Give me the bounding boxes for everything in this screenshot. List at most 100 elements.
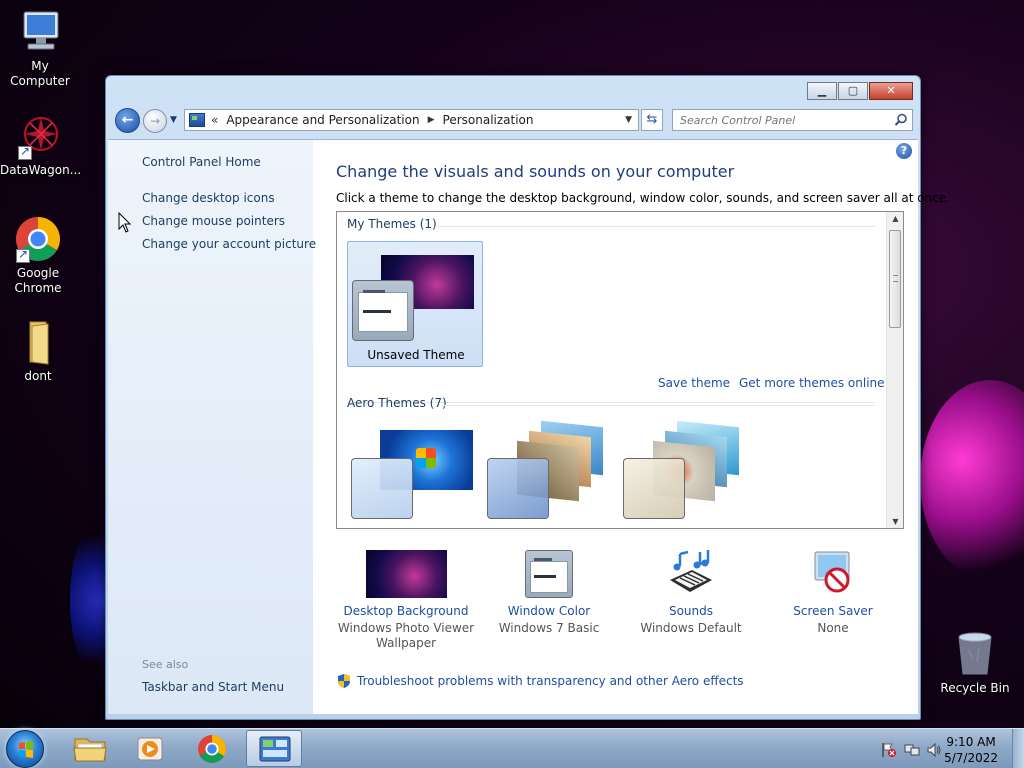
window-color-value: Windows 7 Basic <box>498 621 600 635</box>
minimize-button[interactable]: ▁ <box>807 82 837 100</box>
theme-windows-7[interactable] <box>347 422 483 528</box>
refresh-button[interactable]: ⇆ <box>641 109 663 131</box>
screen-saver-label[interactable]: Screen Saver <box>758 604 908 618</box>
desktop-background-label[interactable]: Desktop Background <box>331 604 481 618</box>
taskbar: 9:10 AM 5/7/2022 <box>0 728 1024 768</box>
volume-icon[interactable] <box>926 742 942 761</box>
control-panel-icon <box>189 113 205 127</box>
window-color-label[interactable]: Window Color <box>474 604 624 618</box>
shortcut-arrow-icon <box>16 247 30 263</box>
mouse-cursor-icon <box>118 211 132 237</box>
taskbar-start-menu-link[interactable]: Taskbar and Start Menu <box>142 680 284 694</box>
breadcrumb-appearance[interactable]: Appearance and Personalization <box>226 113 419 127</box>
address-dropdown-icon[interactable]: ▼ <box>625 115 632 125</box>
screen-saver-icon <box>809 550 857 598</box>
window-color-item[interactable]: Window Color Windows 7 Basic <box>474 550 624 636</box>
network-icon[interactable] <box>904 742 920 761</box>
page-title: Change the visuals and sounds on your co… <box>336 162 735 181</box>
desktop-icon-google-chrome[interactable]: Google Chrome <box>0 215 78 296</box>
troubleshoot-row: Troubleshoot problems with transparency … <box>336 673 744 689</box>
scrollbar-thumb[interactable] <box>889 230 901 328</box>
action-center-flag-icon[interactable] <box>881 742 897 761</box>
theme-nature[interactable] <box>619 420 755 528</box>
change-desktop-icons-link[interactable]: Change desktop icons <box>142 191 275 205</box>
clock-time: 9:10 AM <box>946 735 996 749</box>
task-pane: Control Panel Home Change desktop icons … <box>108 140 316 714</box>
taskbar-explorer-button[interactable] <box>62 730 118 767</box>
search-box <box>672 109 913 131</box>
chrome-icon <box>198 735 226 763</box>
desktop-icon-datawagon[interactable]: DataWagon... <box>0 112 82 178</box>
group-divider <box>441 405 875 406</box>
theme-list-scrollbar[interactable]: ▲ ▼ <box>886 212 903 528</box>
change-mouse-pointers-link[interactable]: Change mouse pointers <box>142 214 285 228</box>
maximize-button[interactable]: ▢ <box>838 82 868 100</box>
personalization-window: ▁ ▢ ✕ ← → ▼ « Appearance and Personaliza… <box>105 75 950 720</box>
wallpaper-shape <box>920 380 1024 580</box>
taskbar-media-player-button[interactable] <box>122 730 178 767</box>
breadcrumb-separator-icon[interactable]: ▶ <box>428 115 435 125</box>
desktop-icon-dont-folder[interactable]: dont <box>0 318 78 384</box>
aero-themes-header: Aero Themes (7) <box>347 396 447 410</box>
breadcrumb-overflow[interactable]: « <box>211 113 218 127</box>
scroll-up-icon[interactable]: ▲ <box>887 214 903 223</box>
control-panel-icon <box>259 736 291 762</box>
desktop-icon-label: Google Chrome <box>14 266 62 295</box>
explorer-folder-icon <box>73 738 107 762</box>
my-themes-header: My Themes (1) <box>347 217 437 231</box>
system-tray: 9:10 AM 5/7/2022 <box>854 729 1024 768</box>
taskbar-clock[interactable]: 9:10 AM 5/7/2022 <box>944 734 998 766</box>
change-account-picture-link[interactable]: Change your account picture <box>142 237 316 251</box>
scroll-down-icon[interactable]: ▼ <box>887 517 903 526</box>
show-desktop-button[interactable] <box>1012 729 1024 768</box>
taskbar-chrome-button[interactable] <box>184 730 240 767</box>
theme-name: Unsaved Theme <box>367 348 465 362</box>
search-icon[interactable] <box>894 113 908 127</box>
desktop-icon-label: Recycle Bin <box>940 681 1010 695</box>
sounds-label[interactable]: Sounds <box>616 604 766 618</box>
theme-list: My Themes (1) Unsaved Theme Save theme G… <box>336 211 904 529</box>
back-button[interactable]: ← <box>115 108 140 133</box>
taskbar-control-panel-button[interactable] <box>246 730 302 767</box>
theme-window-preview <box>623 458 685 519</box>
desktop-icon-label: My Computer <box>10 59 70 88</box>
close-button[interactable]: ✕ <box>869 82 913 100</box>
sounds-icon <box>666 550 716 598</box>
control-panel-home-link[interactable]: Control Panel Home <box>142 155 261 169</box>
screen-saver-item[interactable]: Screen Saver None <box>758 550 908 636</box>
screen-saver-value: None <box>817 621 849 635</box>
windows-logo-icon <box>19 741 33 758</box>
search-input[interactable] <box>680 113 885 127</box>
window-controls: ▁ ▢ ✕ <box>807 82 913 100</box>
desktop-background-item[interactable]: Desktop Background Windows Photo Viewer … <box>331 550 481 651</box>
breadcrumb-personalization[interactable]: Personalization <box>443 113 534 127</box>
window-content: Control Panel Home Change desktop icons … <box>108 139 950 714</box>
desktop-background-thumbnail <box>365 550 447 598</box>
troubleshoot-link[interactable]: Troubleshoot problems with transparency … <box>357 674 744 688</box>
theme-architecture[interactable] <box>483 420 619 528</box>
theme-unsaved[interactable]: Unsaved Theme <box>347 241 483 367</box>
save-theme-link[interactable]: Save theme <box>658 376 730 390</box>
theme-window-preview <box>351 458 413 519</box>
computer-icon <box>16 8 64 56</box>
help-icon[interactable]: ? <box>896 143 912 159</box>
recycle-bin-icon <box>951 630 999 678</box>
uac-shield-icon <box>336 673 352 689</box>
navigation-bar: ← → ▼ « Appearance and Personalization ▶… <box>114 107 914 133</box>
address-bar[interactable]: « Appearance and Personalization ▶ Perso… <box>184 109 639 131</box>
recent-pages-dropdown[interactable]: ▼ <box>170 115 177 125</box>
forward-button[interactable]: → <box>143 109 167 133</box>
desktop-icon-label: dont <box>24 369 52 383</box>
folder-icon <box>14 318 62 366</box>
desktop-icon-my-computer[interactable]: My Computer <box>0 8 80 89</box>
clock-date: 5/7/2022 <box>944 751 998 765</box>
theme-window-preview <box>487 458 549 519</box>
sounds-item[interactable]: Sounds Windows Default <box>616 550 766 636</box>
desktop-icon-label: DataWagon... <box>0 163 82 177</box>
see-also-label: See also <box>142 658 189 671</box>
start-button[interactable] <box>6 730 44 768</box>
get-more-themes-link[interactable]: Get more themes online <box>739 376 885 390</box>
theme-window-preview <box>352 280 414 341</box>
window-color-icon <box>525 550 573 598</box>
desktop-icon-recycle-bin[interactable]: Recycle Bin <box>935 630 1015 696</box>
